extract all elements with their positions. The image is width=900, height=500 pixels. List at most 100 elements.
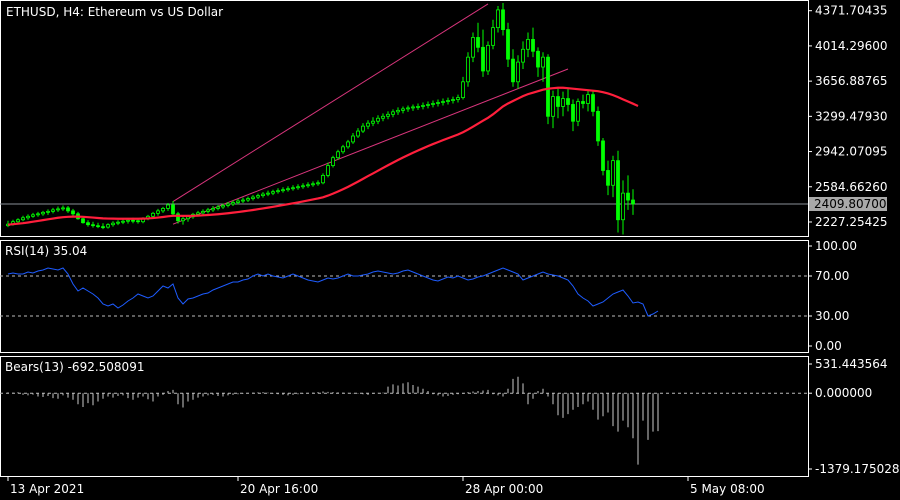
bears-y-tick-label: 531.443564 [815,357,888,371]
candle-body [71,210,75,215]
candle-body [196,212,200,215]
candle-body [481,46,485,72]
candle-body [456,97,460,100]
candle-body [156,210,160,214]
candle-body [206,209,210,212]
candle [596,106,600,146]
candle-body [261,193,265,197]
candle-body [381,115,385,119]
candle-body [311,183,315,186]
main-y-tick-label: 2584.66260 [815,180,888,194]
candle-body [591,94,595,112]
candle-body [546,56,550,117]
candle-body [531,39,535,52]
candle-body [46,210,50,213]
candle-body [441,101,445,103]
candle-body [266,192,270,195]
bears-y-tick-label: 0.000000 [815,386,872,400]
chart-root: 4371.70435 4014.29600 3656.88765 3299.47930… [0,0,900,500]
candle-body [421,105,425,107]
candle-body [246,198,250,201]
candle-body [461,81,465,98]
candle-body [536,50,540,68]
candle [486,41,490,75]
candle-body [286,188,290,191]
candle-body [431,103,435,105]
candle-body [491,27,495,46]
candle-body [346,141,350,148]
candle-body [571,104,575,122]
candle-body [436,102,440,104]
candle-body [291,187,295,190]
candle-body [306,184,310,187]
candle-body [401,108,405,111]
candle-body [56,208,60,211]
bears-indicator-title: Bears(13) -692.508091 [5,360,144,374]
candle-body [341,146,345,153]
candle-body [601,140,605,171]
candle-body [221,205,225,208]
candle-body [576,101,580,122]
candle-body [81,218,85,224]
candle-body [216,206,220,209]
candle-body [231,202,235,205]
candle-body [281,189,285,192]
candle-body [276,190,280,193]
candle-body [61,207,65,210]
candle-body [241,199,245,202]
candle-body [586,94,590,104]
candle-body [406,107,410,110]
candle-body [101,226,105,229]
candle-body [211,208,215,211]
candle-body [476,37,480,48]
main-chart-title: ETHUSD, H4: Ethereum vs US Dollar [6,5,223,19]
candle-body [161,208,165,212]
candle-body [226,203,230,206]
candle-body [36,213,40,216]
candle-body [466,56,470,83]
rsi-y-tick-label: 30.00 [815,309,849,323]
candle-body [326,165,330,176]
candle-body [366,122,370,127]
candle-body [371,120,375,124]
chart-background [0,0,900,500]
current-price-label: 2409.80700 [814,197,887,211]
candle-body [96,225,100,228]
candle-body [251,196,255,199]
candle-body [186,216,190,220]
candle-body [256,195,260,198]
rsi-y-tick-label: 0.00 [815,339,842,353]
candle-body [501,9,505,30]
candle-body [516,61,520,83]
candle-body [336,151,340,159]
candle-body [126,219,130,222]
candle-body [391,111,395,115]
rsi-y-tick-label: 70.00 [815,269,849,283]
candle-body [561,98,565,107]
candle-body [486,44,490,72]
x-tick-label: 20 Apr 16:00 [240,482,318,496]
candle [331,155,335,168]
candle-body [296,186,300,189]
candle-body [131,219,135,222]
candle-body [86,222,90,226]
rsi-indicator-title: RSI(14) 35.04 [5,244,87,258]
x-tick-label: 13 Apr 2021 [10,482,84,496]
candle-body [506,29,510,60]
candle-body [116,221,120,224]
candle-body [31,214,35,217]
candle-body [626,192,630,201]
candle-body [111,222,115,226]
main-y-tick-label: 2942.07095 [815,145,888,159]
candle-body [361,125,365,132]
candle-body [631,199,635,205]
candle-body [316,182,320,185]
x-tick-label: 28 Apr 00:00 [465,482,543,496]
candle-body [321,175,325,184]
candle-body [446,100,450,102]
candle-body [511,58,515,83]
candle-body [471,37,475,58]
candle-body [606,170,610,186]
candle-body [331,157,335,166]
candle [466,52,470,87]
